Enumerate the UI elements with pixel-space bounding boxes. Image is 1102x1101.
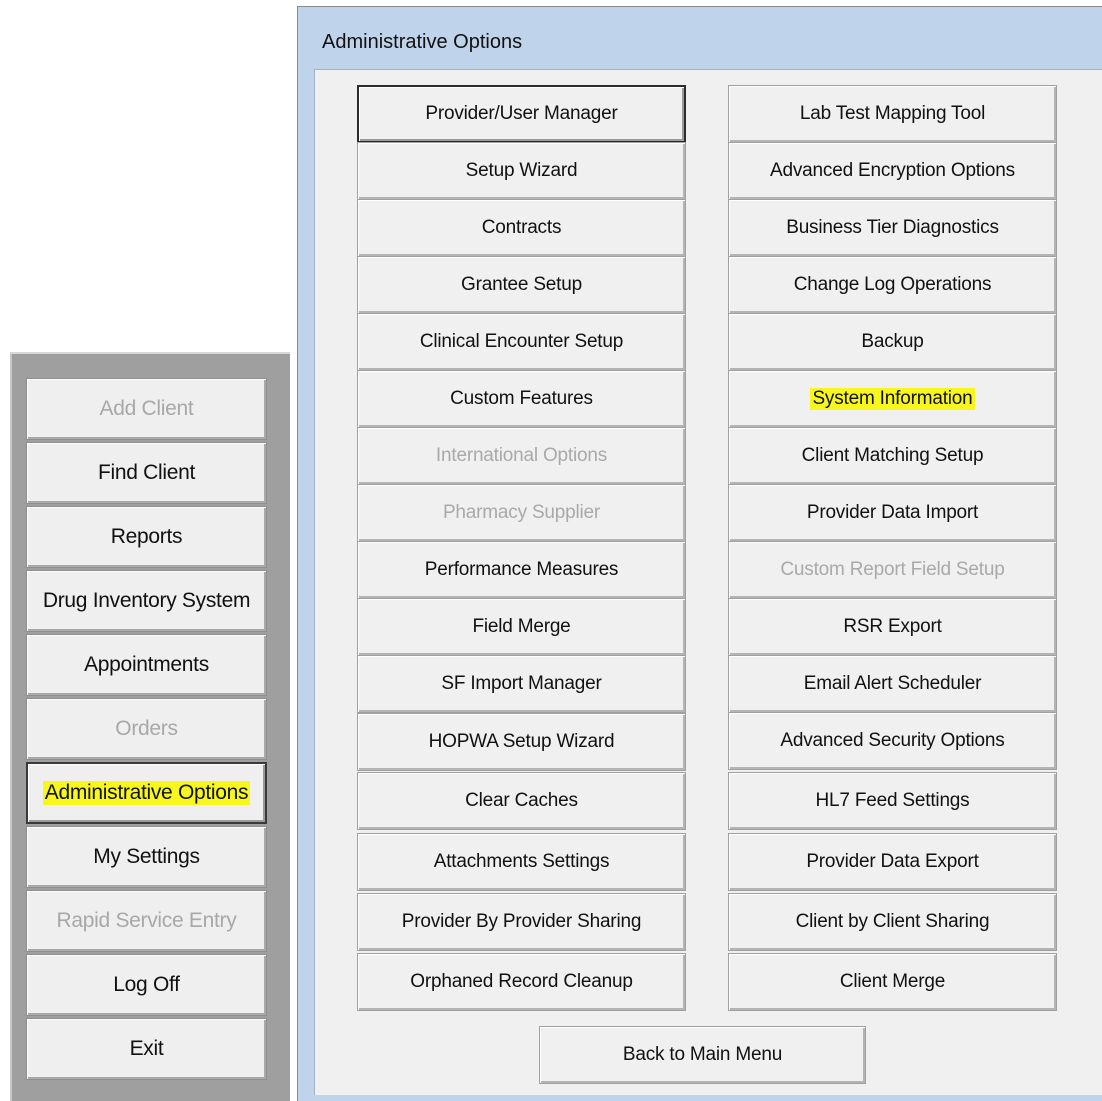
attachments-settings-button[interactable]: Attachments Settings <box>357 833 686 891</box>
provider-data-import-button[interactable]: Provider Data Import <box>728 484 1057 542</box>
back-to-main-menu-button[interactable]: Back to Main Menu <box>539 1026 866 1084</box>
add-client-label: Add Client <box>99 397 194 420</box>
performance-measures-button[interactable]: Performance Measures <box>357 541 686 599</box>
button-label: Performance Measures <box>424 559 619 580</box>
international-options-button[interactable]: International Options <box>357 427 686 485</box>
button-label: RSR Export <box>843 616 942 637</box>
button-label: Pharmacy Supplier <box>442 502 601 523</box>
client-matching-setup-button[interactable]: Client Matching Setup <box>728 427 1057 485</box>
appointments-label: Appointments <box>84 653 209 676</box>
provider-data-export-button[interactable]: Provider Data Export <box>728 833 1057 891</box>
rapid-service-entry-button[interactable]: Rapid Service Entry <box>26 890 267 952</box>
my-settings-button[interactable]: My Settings <box>26 826 267 888</box>
button-label: Back to Main Menu <box>622 1044 783 1065</box>
main-menu-panel: Add Client Find Client Reports Drug Inve… <box>10 352 290 1101</box>
button-label: Client Matching Setup <box>801 445 984 466</box>
grantee-setup-button[interactable]: Grantee Setup <box>357 256 686 314</box>
change-log-operations-button[interactable]: Change Log Operations <box>728 256 1057 314</box>
custom-report-field-setup-button[interactable]: Custom Report Field Setup <box>728 541 1057 599</box>
orders-label: Orders <box>115 717 178 740</box>
administrative-options-window: Administrative Options Provider/User Man… <box>297 6 1102 1101</box>
appointments-button[interactable]: Appointments <box>26 634 267 696</box>
drug-inventory-system-button[interactable]: Drug Inventory System <box>26 570 267 632</box>
button-label: Backup <box>861 331 924 352</box>
button-label: Advanced Encryption Options <box>770 160 1015 181</box>
email-alert-scheduler-button[interactable]: Email Alert Scheduler <box>728 655 1057 713</box>
button-label: Client Merge <box>839 971 946 992</box>
button-label: Provider Data Export <box>806 851 979 872</box>
setup-wizard-button[interactable]: Setup Wizard <box>357 142 686 200</box>
button-label: Attachments Settings <box>433 851 610 872</box>
exit-label: Exit <box>129 1037 164 1060</box>
administrative-options-button[interactable]: Administrative Options <box>26 762 267 824</box>
client-merge-button[interactable]: Client Merge <box>728 953 1057 1011</box>
log-off-label: Log Off <box>113 973 180 996</box>
sf-import-manager-button[interactable]: SF Import Manager <box>357 655 686 713</box>
window-titlebar[interactable]: Administrative Options <box>298 7 1102 61</box>
drug-inventory-system-label: Drug Inventory System <box>42 589 251 612</box>
client-by-client-sharing-button[interactable]: Client by Client Sharing <box>728 893 1057 951</box>
button-label: System Information <box>810 388 975 410</box>
clinical-encounter-setup-button[interactable]: Clinical Encounter Setup <box>357 313 686 371</box>
backup-button[interactable]: Backup <box>728 313 1057 371</box>
clear-caches-button[interactable]: Clear Caches <box>357 772 686 830</box>
reports-label: Reports <box>110 525 183 548</box>
custom-features-button[interactable]: Custom Features <box>357 370 686 428</box>
hl7-feed-settings-button[interactable]: HL7 Feed Settings <box>728 772 1057 830</box>
button-label: Provider Data Import <box>806 502 979 523</box>
advanced-encryption-options-button[interactable]: Advanced Encryption Options <box>728 142 1057 200</box>
window-title: Administrative Options <box>322 31 523 53</box>
button-label: Clinical Encounter Setup <box>419 331 624 352</box>
find-client-label: Find Client <box>97 461 196 484</box>
button-label: Field Merge <box>472 616 571 637</box>
system-information-button[interactable]: System Information <box>728 370 1057 428</box>
find-client-button[interactable]: Find Client <box>26 442 267 504</box>
button-label: Custom Report Field Setup <box>780 559 1005 580</box>
button-label: Change Log Operations <box>793 274 992 295</box>
add-client-button[interactable]: Add Client <box>26 378 267 440</box>
button-label: International Options <box>435 445 608 466</box>
button-label: Orphaned Record Cleanup <box>410 971 633 992</box>
button-label: Setup Wizard <box>465 160 578 181</box>
orders-button[interactable]: Orders <box>26 698 267 760</box>
rapid-service-entry-label: Rapid Service Entry <box>56 909 237 932</box>
orphaned-record-cleanup-button[interactable]: Orphaned Record Cleanup <box>357 953 686 1011</box>
button-label: Business Tier Diagnostics <box>786 217 999 238</box>
button-label: HL7 Feed Settings <box>815 790 970 811</box>
reports-button[interactable]: Reports <box>26 506 267 568</box>
contracts-button[interactable]: Contracts <box>357 199 686 257</box>
button-label: Email Alert Scheduler <box>803 673 982 694</box>
provider-user-manager-button[interactable]: Provider/User Manager <box>357 85 686 143</box>
lab-test-mapping-tool-button[interactable]: Lab Test Mapping Tool <box>728 85 1057 143</box>
business-tier-diagnostics-button[interactable]: Business Tier Diagnostics <box>728 199 1057 257</box>
pharmacy-supplier-button[interactable]: Pharmacy Supplier <box>357 484 686 542</box>
button-label: SF Import Manager <box>441 673 602 694</box>
my-settings-label: My Settings <box>93 845 200 868</box>
log-off-button[interactable]: Log Off <box>26 954 267 1016</box>
button-label: Contracts <box>481 217 562 238</box>
options-button-area: Provider/User Manager Setup Wizard Contr… <box>314 69 1102 1095</box>
provider-by-provider-sharing-button[interactable]: Provider By Provider Sharing <box>357 893 686 951</box>
hopwa-setup-wizard-button[interactable]: HOPWA Setup Wizard <box>357 713 686 771</box>
button-label: Lab Test Mapping Tool <box>799 103 986 124</box>
button-label: HOPWA Setup Wizard <box>428 731 615 752</box>
button-label: Provider/User Manager <box>425 103 618 124</box>
button-label: Clear Caches <box>465 790 578 811</box>
field-merge-button[interactable]: Field Merge <box>357 598 686 656</box>
button-label: Client by Client Sharing <box>795 911 990 932</box>
button-label: Provider By Provider Sharing <box>401 911 642 932</box>
rsr-export-button[interactable]: RSR Export <box>728 598 1057 656</box>
window-frame: Provider/User Manager Setup Wizard Contr… <box>298 61 1102 1101</box>
exit-button[interactable]: Exit <box>26 1018 267 1080</box>
administrative-options-label: Administrative Options <box>42 781 251 805</box>
button-label: Grantee Setup <box>461 274 582 295</box>
advanced-security-options-button[interactable]: Advanced Security Options <box>728 712 1057 770</box>
button-label: Custom Features <box>450 388 593 409</box>
button-label: Advanced Security Options <box>780 730 1005 751</box>
